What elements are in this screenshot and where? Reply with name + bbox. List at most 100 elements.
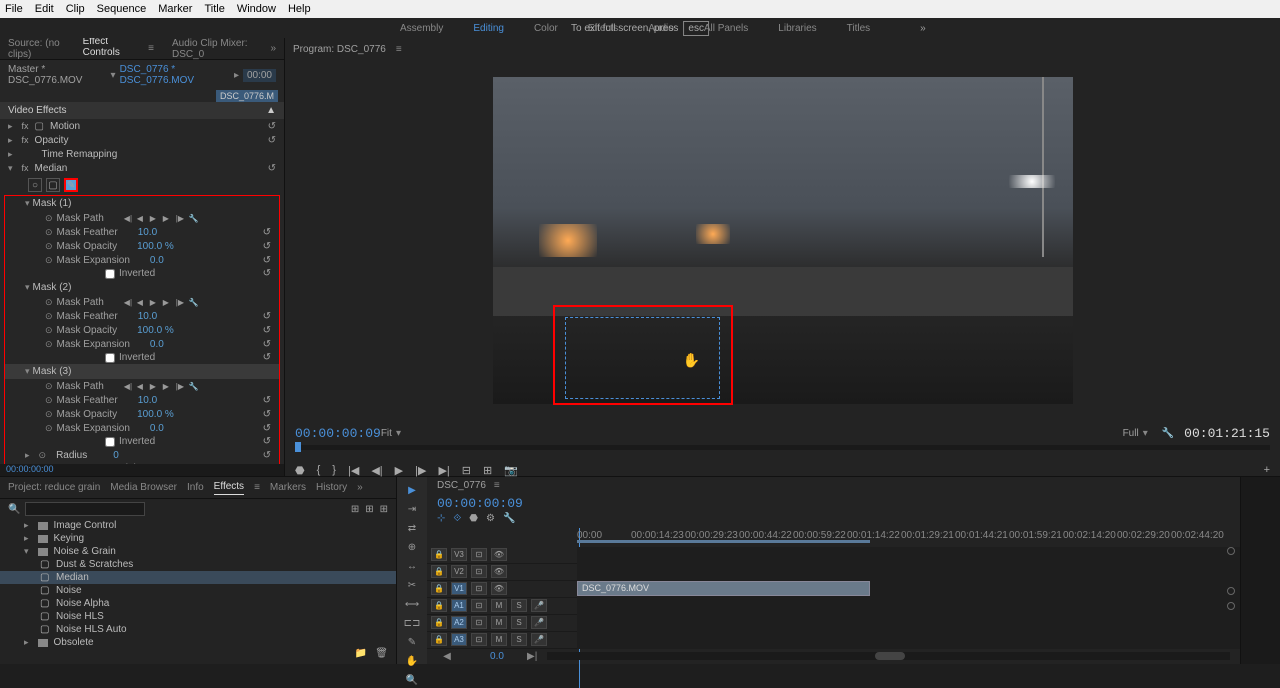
- sync-lock-icon[interactable]: ⊡: [471, 582, 487, 595]
- next-kf-icon[interactable]: |▶: [176, 298, 186, 307]
- sync-lock-icon[interactable]: ⊡: [471, 633, 487, 646]
- play-icon[interactable]: ▸: [234, 70, 239, 81]
- hamburger-icon[interactable]: ≡: [396, 44, 402, 55]
- mask-feather-value[interactable]: 10.0: [138, 395, 157, 406]
- sequence-tab[interactable]: DSC_0776: [437, 480, 486, 491]
- playhead-marker[interactable]: [295, 442, 301, 452]
- mask-expansion-value[interactable]: 0.0: [150, 423, 164, 434]
- tab-source[interactable]: Source: (no clips): [8, 38, 65, 60]
- median-effect[interactable]: Median: [35, 163, 68, 174]
- toggle-output-icon[interactable]: 👁: [491, 565, 507, 578]
- pen-mask-icon[interactable]: ✎: [64, 178, 78, 192]
- panel-overflow-icon[interactable]: »: [357, 482, 363, 493]
- inverted-checkbox[interactable]: [105, 269, 115, 279]
- prev-kf-icon[interactable]: ◀|: [124, 214, 134, 223]
- next-keyframe-icon[interactable]: ▶|: [527, 651, 537, 662]
- workspace-color[interactable]: Color: [534, 23, 558, 34]
- step-back-icon[interactable]: ◀|: [371, 464, 382, 477]
- tab-info[interactable]: Info: [187, 482, 204, 493]
- keyframe-marker[interactable]: [1227, 587, 1235, 595]
- next-kf-icon[interactable]: |▶: [176, 214, 186, 223]
- play-mask-icon[interactable]: ▶: [150, 214, 160, 223]
- pen-tool-icon[interactable]: ✎: [405, 637, 419, 648]
- voice-over-icon[interactable]: 🎤: [531, 633, 547, 646]
- track-target-V2[interactable]: V2: [451, 565, 467, 578]
- play-mask-icon[interactable]: ▶: [150, 382, 160, 391]
- rolling-edit-icon[interactable]: ⊕: [405, 542, 419, 553]
- monitor-view[interactable]: ✋: [285, 60, 1280, 421]
- mute-button[interactable]: M: [491, 616, 507, 629]
- next-kf-icon[interactable]: |▶: [176, 382, 186, 391]
- out-point-icon[interactable]: }: [332, 464, 336, 477]
- export-frame-icon[interactable]: 📷: [504, 464, 518, 477]
- reset-icon[interactable]: ↺: [263, 325, 271, 336]
- toggle-output-icon[interactable]: 👁: [491, 582, 507, 595]
- effect-item-obsolete[interactable]: ▸Obsolete: [0, 636, 396, 648]
- goto-out-icon[interactable]: ▶|: [438, 464, 449, 477]
- wrench-icon[interactable]: 🔧: [503, 513, 515, 524]
- sync-lock-icon[interactable]: ⊡: [471, 616, 487, 629]
- mask-header-1[interactable]: ▾Mask (1): [5, 196, 279, 211]
- mute-button[interactable]: M: [491, 599, 507, 612]
- voice-over-icon[interactable]: 🎤: [531, 599, 547, 612]
- reset-icon[interactable]: ↺: [263, 339, 271, 350]
- next-frame-icon[interactable]: ▶: [163, 214, 173, 223]
- radius-param[interactable]: Radius: [56, 450, 87, 461]
- lock-icon[interactable]: 🔒: [431, 582, 447, 595]
- timeline-ruler[interactable]: 00:0000:00:14:2300:00:29:2300:00:44:2200…: [577, 528, 1240, 547]
- reset-icon[interactable]: ↺: [263, 436, 271, 447]
- dropdown-icon[interactable]: ▾: [396, 428, 401, 439]
- tab-audio-mixer[interactable]: Audio Clip Mixer: DSC_0: [172, 38, 252, 60]
- radius-value[interactable]: 0: [113, 450, 119, 461]
- resolution-dropdown[interactable]: Full: [1123, 428, 1139, 439]
- workspace-assembly[interactable]: Assembly: [400, 23, 443, 34]
- tab-project[interactable]: Project: reduce grain: [8, 482, 100, 493]
- solo-button[interactable]: S: [511, 633, 527, 646]
- lock-icon[interactable]: 🔒: [431, 548, 447, 561]
- effect-item-noise-hls-auto[interactable]: ▢Noise HLS Auto: [0, 623, 396, 636]
- solo-button[interactable]: S: [511, 599, 527, 612]
- track-target-V1[interactable]: V1: [451, 582, 467, 595]
- mask-expansion-value[interactable]: 0.0: [150, 255, 164, 266]
- tab-effects[interactable]: Effects: [214, 481, 244, 495]
- reset-icon[interactable]: ↺: [263, 463, 271, 464]
- prev-frame-icon[interactable]: ◀: [137, 382, 147, 391]
- slide-tool-icon[interactable]: ⊏⊐: [405, 618, 419, 629]
- effect-item-dust---scratches[interactable]: ▢Dust & Scratches: [0, 558, 396, 571]
- solo-button[interactable]: S: [511, 616, 527, 629]
- slip-tool-icon[interactable]: ⟷: [405, 599, 419, 610]
- linked-selection-icon[interactable]: ⟐: [453, 513, 461, 524]
- add-button-icon[interactable]: +: [1264, 464, 1270, 477]
- scroll-up-icon[interactable]: ▲: [266, 105, 276, 116]
- zoom-scrollbar[interactable]: [875, 652, 905, 660]
- lock-icon[interactable]: 🔒: [431, 599, 447, 612]
- inverted-checkbox[interactable]: [105, 437, 115, 447]
- fit-dropdown[interactable]: Fit: [381, 428, 392, 439]
- panel-overflow-icon[interactable]: »: [270, 43, 276, 54]
- reset-icon[interactable]: ↺: [263, 268, 271, 279]
- preset-icon[interactable]: ⊞: [351, 504, 359, 515]
- reset-icon[interactable]: ↺: [263, 409, 271, 420]
- reset-icon[interactable]: ↺: [263, 423, 271, 434]
- goto-in-icon[interactable]: |◀: [348, 464, 359, 477]
- effect-item-median[interactable]: ▢Median: [0, 571, 396, 584]
- menu-marker[interactable]: Marker: [158, 3, 192, 15]
- menu-sequence[interactable]: Sequence: [97, 3, 147, 15]
- sync-lock-icon[interactable]: ⊡: [471, 548, 487, 561]
- workspace-titles[interactable]: Titles: [847, 23, 871, 34]
- extract-icon[interactable]: ⊞: [483, 464, 492, 477]
- effect-item-noise[interactable]: ▢Noise: [0, 584, 396, 597]
- time-remapping-effect[interactable]: Time Remapping: [42, 149, 118, 160]
- workspace-allpanels[interactable]: All Panels: [704, 23, 748, 34]
- marker-icon[interactable]: ⬣: [295, 464, 305, 477]
- sync-lock-icon[interactable]: ⊡: [471, 599, 487, 612]
- prev-kf-icon[interactable]: ◀|: [124, 298, 134, 307]
- wrench-icon[interactable]: 🔧: [1162, 428, 1174, 439]
- toggle-output-icon[interactable]: 👁: [491, 548, 507, 561]
- operate-alpha-checkbox[interactable]: [51, 464, 61, 465]
- tab-effect-controls[interactable]: Effect Controls: [83, 36, 131, 61]
- lock-icon[interactable]: 🔒: [431, 565, 447, 578]
- zoom-tool-icon[interactable]: 🔍: [405, 675, 419, 686]
- mask-header-3[interactable]: ▾Mask (3): [5, 364, 279, 379]
- mask-opacity-value[interactable]: 100.0 %: [137, 325, 174, 336]
